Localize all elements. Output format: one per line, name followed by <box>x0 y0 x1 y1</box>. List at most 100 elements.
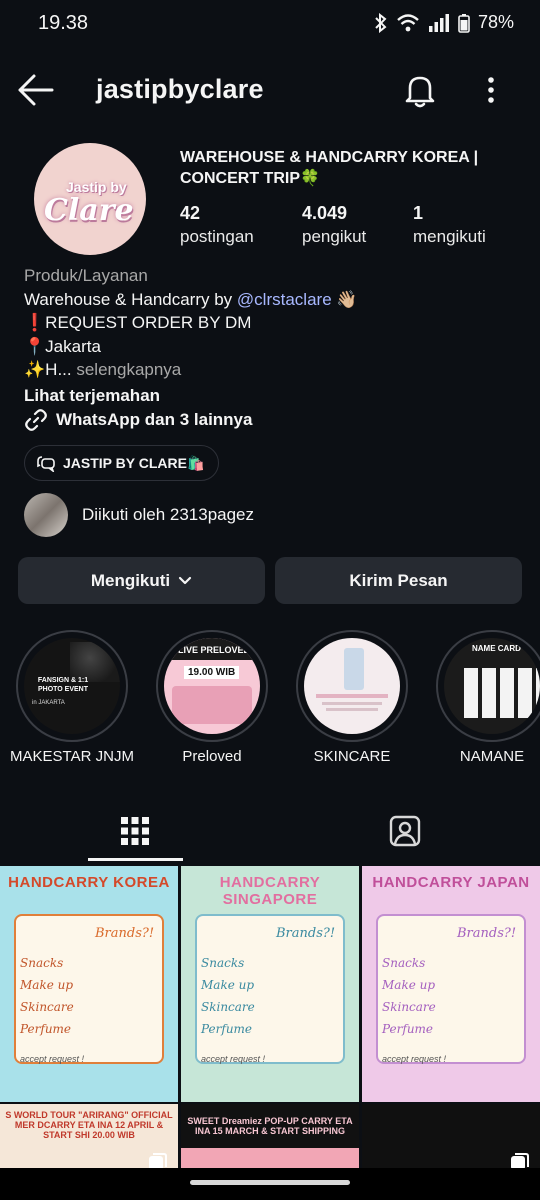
profile-avatar[interactable]: Jastip by Clare <box>34 143 146 255</box>
post-accept-text: accept request ! <box>201 1054 266 1064</box>
post-categories: Snacks Make up Skincare Perfume <box>201 952 255 1040</box>
link-icon <box>25 409 47 431</box>
tab-tagged[interactable] <box>315 800 495 862</box>
status-bar: 19.38 78% <box>0 0 540 48</box>
highlight-cover-text: FANSIGN & 1:1 PHOTO EVENT <box>37 677 89 693</box>
post-book-title: Brands?! <box>276 926 336 941</box>
post-category: Snacks <box>20 956 64 970</box>
story-highlights: FANSIGN & 1:1 PHOTO EVENT in JAKARTA MAK… <box>0 630 540 770</box>
chip-label: JASTIP BY CLARE🛍️ <box>63 454 205 471</box>
threads-chip[interactable]: JASTIP BY CLARE🛍️ <box>24 445 220 481</box>
highlight-cover: FANSIGN & 1:1 PHOTO EVENT in JAKARTA <box>24 638 120 734</box>
highlight-label: Preloved <box>182 748 242 765</box>
post-title: HANDCARRY KOREA <box>8 874 170 891</box>
stat-label: pengikut <box>302 227 367 246</box>
status-icons: 78% <box>374 12 514 33</box>
post-category: Make up <box>382 978 436 992</box>
tab-posts[interactable] <box>45 800 225 862</box>
following-label: Mengikuti <box>90 570 171 590</box>
post-category: Snacks <box>201 956 245 970</box>
post-category: Perfume <box>20 1022 72 1036</box>
tagged-person-icon <box>389 815 421 847</box>
mention-link[interactable]: @clrstaclare <box>237 290 332 309</box>
stat-posts[interactable]: 42 postingan <box>180 203 254 247</box>
stat-label: postingan <box>180 227 254 246</box>
highlight-label: NAMANE <box>459 748 525 765</box>
bio-line: ✨H... selengkapnya <box>24 358 524 382</box>
highlight-cover-text: NAME CARD <box>472 644 521 653</box>
avatar-logo-name: Clare <box>44 193 134 228</box>
highlight-label: SKINCARE <box>313 748 391 765</box>
post-caption: S WORLD TOUR "ARIRANG" OFFICIAL MER DCAR… <box>5 1110 173 1140</box>
profile-header: jastipbyclare <box>0 62 540 118</box>
post-category: Perfume <box>382 1022 434 1036</box>
post-caption: SWEET Dreamiez POP-UP CARRY ETA INA 15 M… <box>187 1116 353 1136</box>
chevron-down-icon <box>179 576 192 584</box>
post-title: HANDCARRY SINGAPORE <box>219 874 321 908</box>
avatar <box>24 493 68 537</box>
highlight-cover: NAME CARD <box>444 638 540 734</box>
post-categories: Snacks Make up Skincare Perfume <box>382 952 436 1040</box>
highlight-cover-sub: 19.00 WIB <box>184 666 240 679</box>
send-message-button[interactable]: Kirim Pesan <box>275 557 522 604</box>
highlight-item[interactable]: NAME CARD NAMANE <box>436 630 540 765</box>
post-categories: Snacks Make up Skincare Perfume <box>20 952 74 1040</box>
see-more-link[interactable]: selengkapnya <box>72 360 181 379</box>
post-category: Make up <box>20 978 74 992</box>
stat-label: mengikuti <box>413 227 486 246</box>
post-tile[interactable]: HANDCARRY JAPAN Brands?! Snacks Make up … <box>362 866 540 1102</box>
highlight-label: MAKESTAR JNJM <box>10 748 134 765</box>
post-category: Skincare <box>20 1000 74 1014</box>
following-button[interactable]: Mengikuti <box>18 557 265 604</box>
stat-value: 42 <box>180 203 201 223</box>
external-links[interactable]: WhatsApp dan 3 lainnya <box>24 407 252 433</box>
more-options-icon[interactable] <box>476 70 506 110</box>
post-category: Perfume <box>201 1022 253 1036</box>
chat-icon <box>37 456 55 472</box>
see-translation-link[interactable]: Lihat terjemahan <box>24 384 524 408</box>
profile-bio: Produk/Layanan Warehouse & Handcarry by … <box>24 264 524 407</box>
bio-text: 👋🏼 <box>331 289 358 309</box>
home-gesture-pill[interactable] <box>190 1180 350 1185</box>
message-label: Kirim Pesan <box>349 570 448 590</box>
stat-followers[interactable]: 4.049 pengikut <box>302 203 366 247</box>
bio-line: ❗REQUEST ORDER BY DM <box>24 313 252 332</box>
stat-following[interactable]: 1 mengikuti <box>413 203 486 247</box>
highlight-item[interactable]: SKINCARE <box>296 630 408 765</box>
post-book-title: Brands?! <box>457 926 517 941</box>
back-arrow-icon[interactable] <box>16 72 56 108</box>
profile-category: Produk/Layanan <box>24 266 148 285</box>
highlight-cover-sub: in JAKARTA <box>32 700 65 706</box>
links-label: WhatsApp dan 3 lainnya <box>56 410 253 429</box>
highlight-item[interactable]: FANSIGN & 1:1 PHOTO EVENT in JAKARTA MAK… <box>10 630 134 765</box>
bluetooth-icon <box>375 12 387 33</box>
signal-icon <box>428 13 449 32</box>
stat-value: 1 <box>413 203 424 223</box>
post-accept-text: accept request ! <box>20 1054 85 1064</box>
wifi-icon <box>397 13 419 31</box>
post-category: Snacks <box>382 956 426 970</box>
bio-text: Warehouse & Handcarry by <box>24 289 237 309</box>
highlight-cover: LIVE PRELOVED 19.00 WIB <box>164 638 260 734</box>
bell-icon[interactable] <box>400 70 440 110</box>
page-title: jastipbyclare <box>96 74 264 104</box>
post-tile[interactable]: HANDCARRY KOREA Brands?! Snacks Make up … <box>0 866 178 1102</box>
stat-value: 4.049 <box>302 203 348 223</box>
followed-by[interactable]: Diikuti oleh 2313pagez <box>24 492 254 538</box>
bio-line: Warehouse & Handcarry by @clrstaclare 👋🏼 <box>24 288 524 312</box>
post-tile[interactable]: HANDCARRY SINGAPORE Brands?! Snacks Make… <box>181 866 359 1102</box>
bio-line: 📍Jakarta <box>24 336 101 356</box>
system-nav-bar <box>0 1168 540 1200</box>
followed-by-text: Diikuti oleh 2313pagez <box>82 505 255 524</box>
highlight-ring: NAME CARD <box>436 630 540 742</box>
profile-stats: 42 postingan 4.049 pengikut 1 mengikuti <box>180 203 520 253</box>
post-category: Skincare <box>201 1000 255 1014</box>
posts-grid: HANDCARRY KOREA Brands?! Snacks Make up … <box>0 866 540 1200</box>
post-title: HANDCARRY JAPAN <box>372 874 530 891</box>
highlight-cover <box>304 638 400 734</box>
post-category: Skincare <box>382 1000 436 1014</box>
battery-icon <box>458 13 470 33</box>
highlight-item[interactable]: LIVE PRELOVED 19.00 WIB Preloved <box>156 630 268 765</box>
highlight-cover-text: LIVE PRELOVED <box>178 645 251 655</box>
status-time: 19.38 <box>38 12 89 34</box>
